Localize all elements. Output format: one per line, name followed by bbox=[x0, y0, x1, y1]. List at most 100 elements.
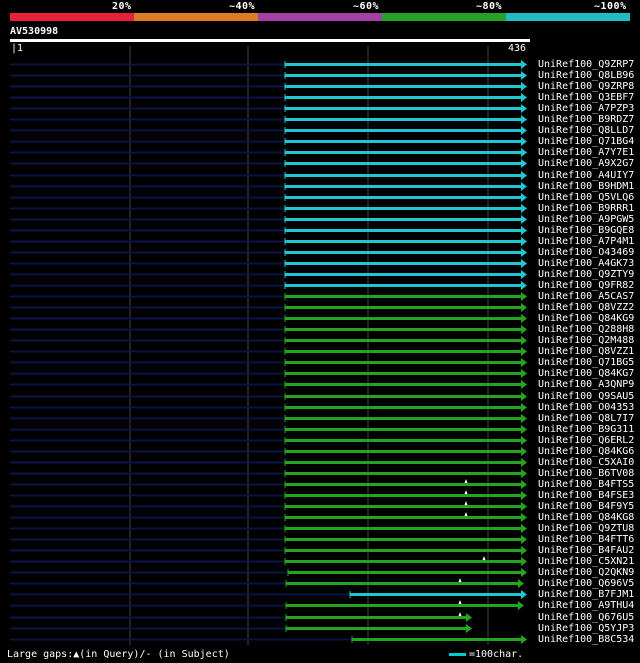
gaps-legend: Large gaps:▲(in Query)/- (in Subject) bbox=[7, 649, 230, 660]
hit-label[interactable]: UniRef100_Q8VZZ2 bbox=[538, 302, 634, 313]
hit-label[interactable]: UniRef100_Q9FR82 bbox=[538, 280, 634, 291]
hit-arrow-icon bbox=[521, 126, 527, 135]
hit-label[interactable]: UniRef100_Q71BG5 bbox=[538, 357, 634, 368]
hit-label[interactable]: UniRef100_O43469 bbox=[538, 247, 634, 258]
hit-arrow-icon bbox=[521, 502, 527, 511]
hit-label[interactable]: UniRef100_B9HDM1 bbox=[538, 181, 634, 192]
hit-label[interactable]: UniRef100_A7P4M1 bbox=[538, 236, 634, 247]
hit-arrow-icon bbox=[521, 325, 527, 334]
hit-arrow-icon bbox=[521, 336, 527, 345]
hit-arrow-icon bbox=[521, 590, 527, 599]
scale-key: =100char. bbox=[449, 649, 523, 660]
hit-label[interactable]: UniRef100_A3QNP9 bbox=[538, 379, 634, 390]
hit-arrow-icon bbox=[521, 436, 527, 445]
hit-label[interactable]: UniRef100_B9G311 bbox=[538, 424, 634, 435]
hit-arrow-icon bbox=[521, 193, 527, 202]
hit-arrow-icon bbox=[521, 159, 527, 168]
hit-label[interactable]: UniRef100_Q8VZZ1 bbox=[538, 346, 634, 357]
hit-label[interactable]: UniRef100_A9PGW5 bbox=[538, 214, 634, 225]
query-gap-marker-icon bbox=[464, 501, 468, 505]
hit-label[interactable]: UniRef100_Q9ZRP7 bbox=[538, 59, 634, 70]
hit-label[interactable]: UniRef100_B8C534 bbox=[538, 634, 634, 645]
hit-arrow-icon bbox=[521, 392, 527, 401]
hit-label[interactable]: UniRef100_Q84KG7 bbox=[538, 368, 634, 379]
hit-label[interactable]: UniRef100_Q84KG6 bbox=[538, 446, 634, 457]
hit-arrow-icon bbox=[521, 414, 527, 423]
hit-label[interactable]: UniRef100_B7FJM1 bbox=[538, 589, 634, 600]
hit-label[interactable]: UniRef100_Q6ERL2 bbox=[538, 435, 634, 446]
hit-label[interactable]: UniRef100_Q8LLD7 bbox=[538, 125, 634, 136]
hit-label[interactable]: UniRef100_A7PZP3 bbox=[538, 103, 634, 114]
hit-label[interactable]: UniRef100_B4FSE3 bbox=[538, 490, 634, 501]
hit-arrow-icon bbox=[521, 137, 527, 146]
hit-arrow-icon bbox=[466, 624, 472, 633]
hit-arrow-icon bbox=[521, 524, 527, 533]
hit-arrow-icon bbox=[521, 369, 527, 378]
hit-label[interactable]: UniRef100_C5XN21 bbox=[538, 556, 634, 567]
hit-label[interactable]: UniRef100_Q8L7I7 bbox=[538, 413, 634, 424]
hit-arrow-icon bbox=[521, 148, 527, 157]
hit-label[interactable]: UniRef100_Q696V5 bbox=[538, 578, 634, 589]
hit-arrow-icon bbox=[521, 292, 527, 301]
scale-key-text: =100char. bbox=[469, 649, 524, 660]
hit-arrow-icon bbox=[521, 281, 527, 290]
scale-key-swatch bbox=[449, 653, 466, 656]
hit-label[interactable]: UniRef100_B4FAU2 bbox=[538, 545, 634, 556]
hit-arrow-icon bbox=[521, 347, 527, 356]
hit-label[interactable]: UniRef100_Q5VLQ6 bbox=[538, 192, 634, 203]
hit-arrow-icon bbox=[521, 513, 527, 522]
hit-label[interactable]: UniRef100_B9GQE8 bbox=[538, 225, 634, 236]
query-gap-marker-icon bbox=[458, 600, 462, 604]
hit-label[interactable]: UniRef100_B4FTT6 bbox=[538, 534, 634, 545]
hit-label[interactable]: UniRef100_A9X2G7 bbox=[538, 158, 634, 169]
hit-arrow-icon bbox=[521, 480, 527, 489]
hit-label[interactable]: UniRef100_Q84KG8 bbox=[538, 512, 634, 523]
hit-arrow-icon bbox=[521, 635, 527, 644]
hit-label[interactable]: UniRef100_Q676U5 bbox=[538, 612, 634, 623]
hit-label[interactable]: UniRef100_C5XAI0 bbox=[538, 457, 634, 468]
hit-arrow-icon bbox=[521, 104, 527, 113]
query-gap-marker-icon bbox=[482, 556, 486, 560]
hit-arrow-icon bbox=[521, 380, 527, 389]
hit-label[interactable]: UniRef100_Q9ZTU8 bbox=[538, 523, 634, 534]
hit-arrow-icon bbox=[521, 182, 527, 191]
hit-label[interactable]: UniRef100_A4UIY7 bbox=[538, 170, 634, 181]
hit-label[interactable]: UniRef100_A5CAS7 bbox=[538, 291, 634, 302]
hit-label[interactable]: UniRef100_Q9SAU5 bbox=[538, 391, 634, 402]
query-gap-marker-icon bbox=[464, 490, 468, 494]
hit-arrow-icon bbox=[521, 270, 527, 279]
hit-label[interactable]: UniRef100_Q2QKN9 bbox=[538, 567, 634, 578]
hit-label[interactable]: UniRef100_B6TV08 bbox=[538, 468, 634, 479]
hit-label[interactable]: UniRef100_Q84KG9 bbox=[538, 313, 634, 324]
hit-label[interactable]: UniRef100_Q3EBF7 bbox=[538, 92, 634, 103]
hit-label[interactable]: UniRef100_B4F9Y5 bbox=[538, 501, 634, 512]
hit-label[interactable]: UniRef100_Q2M488 bbox=[538, 335, 634, 346]
hit-arrow-icon bbox=[521, 204, 527, 213]
hit-arrow-icon bbox=[518, 579, 524, 588]
hit-label[interactable]: UniRef100_A4GK73 bbox=[538, 258, 634, 269]
query-gap-marker-icon bbox=[464, 512, 468, 516]
hit-arrow-icon bbox=[521, 458, 527, 467]
hit-arrow-icon bbox=[521, 568, 527, 577]
hit-label[interactable]: UniRef100_Q288H8 bbox=[538, 324, 634, 335]
hit-arrow-icon bbox=[521, 237, 527, 246]
hit-label[interactable]: UniRef100_A7Y7E1 bbox=[538, 147, 634, 158]
hit-arrow-icon bbox=[521, 314, 527, 323]
hit-label[interactable]: UniRef100_A9THU4 bbox=[538, 600, 634, 611]
hit-arrow-icon bbox=[521, 358, 527, 367]
hit-arrow-icon bbox=[521, 93, 527, 102]
hit-label[interactable]: UniRef100_Q5YJP3 bbox=[538, 623, 634, 634]
hit-label[interactable]: UniRef100_Q9ZRP8 bbox=[538, 81, 634, 92]
hit-label[interactable]: UniRef100_Q71BG4 bbox=[538, 136, 634, 147]
hit-label[interactable]: UniRef100_B4FTS5 bbox=[538, 479, 634, 490]
hit-label[interactable]: UniRef100_Q9ZTY9 bbox=[538, 269, 634, 280]
hit-label[interactable]: UniRef100_B9RDZ7 bbox=[538, 114, 634, 125]
hit-arrow-icon bbox=[521, 303, 527, 312]
hit-label[interactable]: UniRef100_Q8LB96 bbox=[538, 70, 634, 81]
hit-arrow-icon bbox=[521, 215, 527, 224]
hit-label[interactable]: UniRef100_O04353 bbox=[538, 402, 634, 413]
hit-arrow-icon bbox=[521, 491, 527, 500]
hit-arrow-icon bbox=[521, 115, 527, 124]
hit-arrow-icon bbox=[521, 535, 527, 544]
hit-label[interactable]: UniRef100_B9RRR1 bbox=[538, 203, 634, 214]
